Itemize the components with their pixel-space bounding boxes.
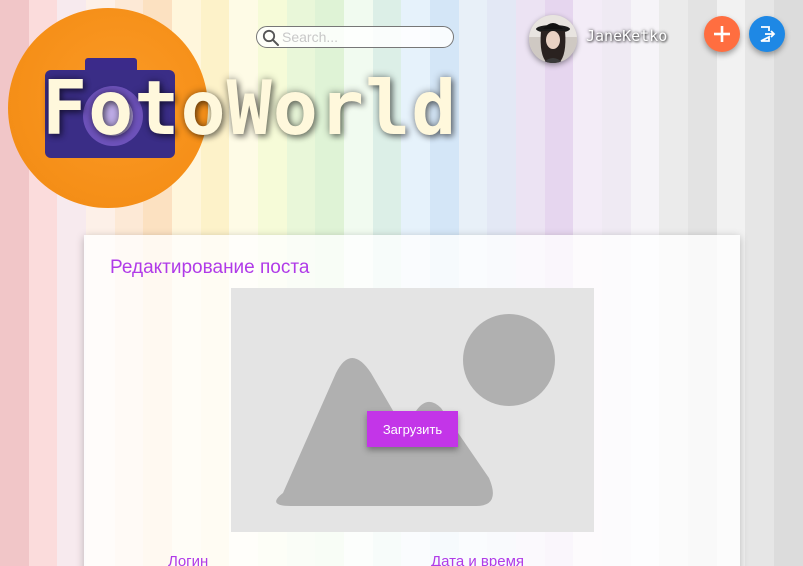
image-placeholder[interactable] bbox=[231, 288, 594, 532]
upload-button[interactable]: Загрузить bbox=[367, 411, 458, 447]
avatar-photo bbox=[529, 15, 577, 63]
page-title: Редактирование поста bbox=[110, 257, 310, 278]
logout-button[interactable] bbox=[749, 16, 785, 52]
search-box[interactable] bbox=[256, 26, 454, 48]
logout-icon bbox=[760, 26, 776, 42]
image-placeholder-icon bbox=[276, 314, 555, 506]
username[interactable]: JaneKetko bbox=[586, 27, 667, 45]
search-icon bbox=[262, 29, 279, 46]
plus-icon bbox=[714, 26, 730, 42]
add-post-button[interactable] bbox=[704, 16, 740, 52]
datetime-label: Дата и время bbox=[431, 553, 525, 566]
logo-text: FotoWorld bbox=[42, 64, 458, 152]
edit-post-card: Редактирование поста Загрузить Логин Дат… bbox=[84, 235, 740, 566]
avatar[interactable] bbox=[529, 15, 577, 63]
login-label: Логин bbox=[168, 553, 209, 566]
site-logo[interactable]: FotoWorld bbox=[8, 8, 456, 208]
search-input[interactable] bbox=[282, 28, 447, 46]
